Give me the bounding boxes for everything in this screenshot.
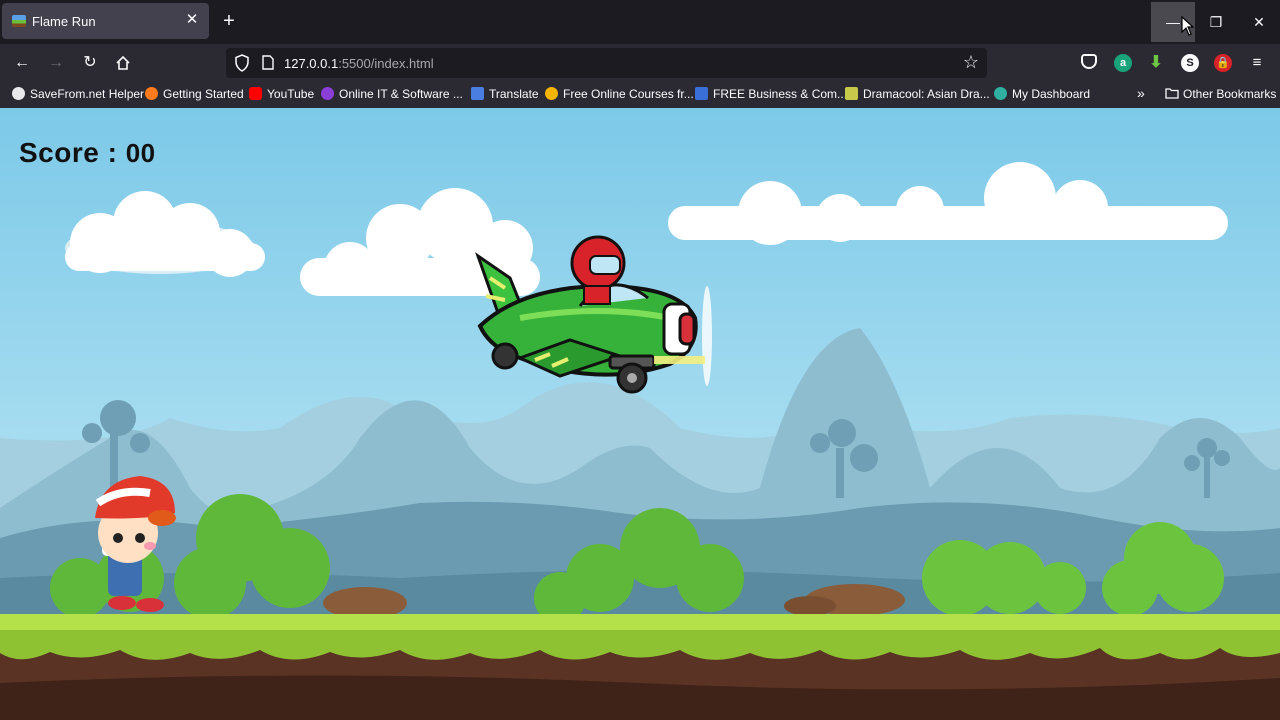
forward-button[interactable]: →: [42, 50, 70, 76]
bookmark-label: Getting Started: [163, 87, 244, 101]
game-favicon-icon: [12, 15, 26, 27]
bookmark-label: My Dashboard: [1012, 87, 1091, 101]
dramacool-icon: [845, 87, 858, 100]
bookmark-item[interactable]: Getting Started: [145, 87, 244, 103]
courses-icon: [545, 87, 558, 100]
bookmarks-toolbar: SaveFrom.net Helper Getting Started YouT…: [0, 82, 1280, 108]
download-helper-icon[interactable]: ⬇: [1147, 54, 1165, 72]
bookmark-item[interactable]: My Dashboard: [994, 87, 1090, 103]
business-icon: [695, 87, 708, 100]
new-tab-button[interactable]: +: [218, 11, 240, 33]
tab-flame-run[interactable]: Flame Run ✕: [2, 3, 209, 39]
bookmark-item[interactable]: SaveFrom.net Helper: [12, 87, 144, 103]
bookmark-item[interactable]: YouTube: [249, 87, 314, 103]
bookmark-label: Online IT & Software ...: [339, 87, 463, 101]
browser-chrome: Flame Run ✕ + — ❐ ✕ ← → ↻ 127.0.0.1:5500…: [0, 0, 1280, 108]
lock-extension-icon[interactable]: 🔒: [1214, 54, 1232, 72]
bookmark-label: SaveFrom.net Helper: [30, 87, 145, 101]
more-bookmarks-chevron-icon[interactable]: »: [1137, 85, 1145, 101]
score-value: 00: [125, 138, 156, 168]
bookmark-item[interactable]: Translate: [471, 87, 539, 103]
bookmark-item[interactable]: Dramacool: Asian Dra...: [845, 87, 990, 103]
tracking-protection-shield-icon[interactable]: [234, 54, 250, 72]
home-button[interactable]: [109, 50, 137, 76]
reload-button[interactable]: ↻: [76, 50, 104, 76]
close-window-button[interactable]: ✕: [1237, 2, 1280, 42]
address-bar[interactable]: 127.0.0.1:5500/index.html ☆: [226, 48, 987, 78]
back-button[interactable]: ←: [8, 50, 36, 76]
udemy-icon: [321, 87, 334, 100]
url-text[interactable]: 127.0.0.1:5500/index.html: [284, 56, 434, 71]
rock: [784, 596, 836, 616]
other-bookmarks-folder[interactable]: Other Bookmarks: [1165, 87, 1276, 103]
url-path: :5500/index.html: [338, 56, 434, 71]
close-tab-icon[interactable]: ✕: [183, 11, 201, 29]
navigation-toolbar: ← → ↻ 127.0.0.1:5500/index.html ☆ a ⬇ S …: [0, 44, 1280, 82]
url-host: 127.0.0.1: [284, 56, 339, 71]
mouse-cursor-icon: [1181, 16, 1195, 36]
grass-top: [0, 614, 1280, 630]
game-scene: [0, 108, 1280, 720]
bookmark-label: Free Online Courses fr...: [563, 87, 694, 101]
bookmark-label: FREE Business & Com...: [713, 87, 848, 101]
extension-s-icon[interactable]: S: [1181, 54, 1199, 72]
menu-icon[interactable]: ≡: [1248, 54, 1266, 72]
tab-title: Flame Run: [32, 14, 96, 29]
translate-icon: [471, 87, 484, 100]
score-display: Score : 00: [19, 137, 156, 169]
amazon-assistant-icon[interactable]: a: [1114, 54, 1132, 72]
firefox-icon: [145, 87, 158, 100]
bookmark-item[interactable]: Online IT & Software ...: [321, 87, 463, 103]
restore-button[interactable]: ❐: [1194, 2, 1238, 42]
bookmark-item[interactable]: FREE Business & Com...: [695, 87, 847, 103]
page-info-icon[interactable]: [262, 55, 274, 70]
other-bookmarks-label: Other Bookmarks: [1183, 87, 1277, 101]
bookmark-label: Dramacool: Asian Dra...: [863, 87, 990, 101]
score-label: Score :: [19, 137, 126, 168]
bookmark-label: Translate: [489, 87, 539, 101]
bookmark-label: YouTube: [267, 87, 315, 101]
bookmark-item[interactable]: Free Online Courses fr...: [545, 87, 694, 103]
tab-bar: Flame Run ✕ + — ❐ ✕: [0, 0, 1280, 44]
home-icon: [116, 55, 130, 70]
youtube-icon: [249, 87, 262, 100]
globe-icon: [12, 87, 25, 100]
folder-icon: [1165, 88, 1179, 99]
dashboard-icon: [994, 87, 1007, 100]
pocket-icon[interactable]: [1081, 54, 1097, 69]
game-canvas[interactable]: Score : 00: [0, 108, 1280, 720]
bookmark-star-icon[interactable]: ☆: [963, 52, 979, 73]
